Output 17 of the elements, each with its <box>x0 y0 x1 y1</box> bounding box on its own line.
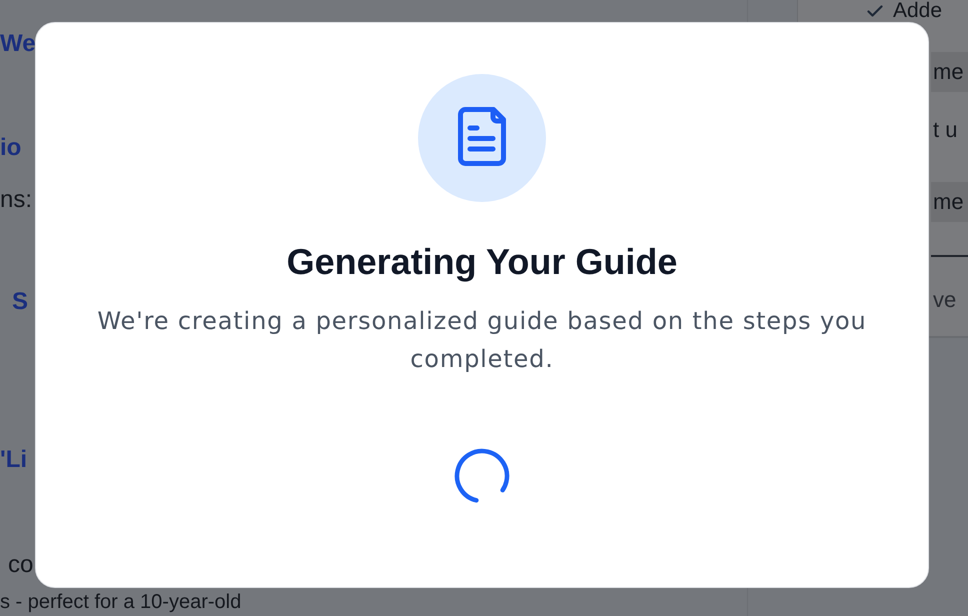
modal-message: We're creating a personalized guide based on the steps you completed. <box>96 306 868 375</box>
list-item: me <box>931 182 968 222</box>
check-icon <box>867 5 883 17</box>
body-text: s - perfect for a 10-year-old <box>0 590 242 615</box>
body-text: co <box>8 550 34 580</box>
body-text: ns: <box>0 185 32 215</box>
list-item: me <box>931 52 968 92</box>
spinner-icon <box>454 448 510 504</box>
heading-text: We <box>0 29 36 59</box>
document-icon <box>418 74 546 202</box>
heading-text: S <box>12 287 28 317</box>
status-text: Adde <box>893 0 942 22</box>
heading-text: 'Li <box>0 445 28 475</box>
footer-text: ve <box>933 286 958 314</box>
heading-text: io <box>0 133 22 163</box>
modal-title: Generating Your Guide <box>286 241 678 283</box>
item-text: t u <box>932 116 958 144</box>
